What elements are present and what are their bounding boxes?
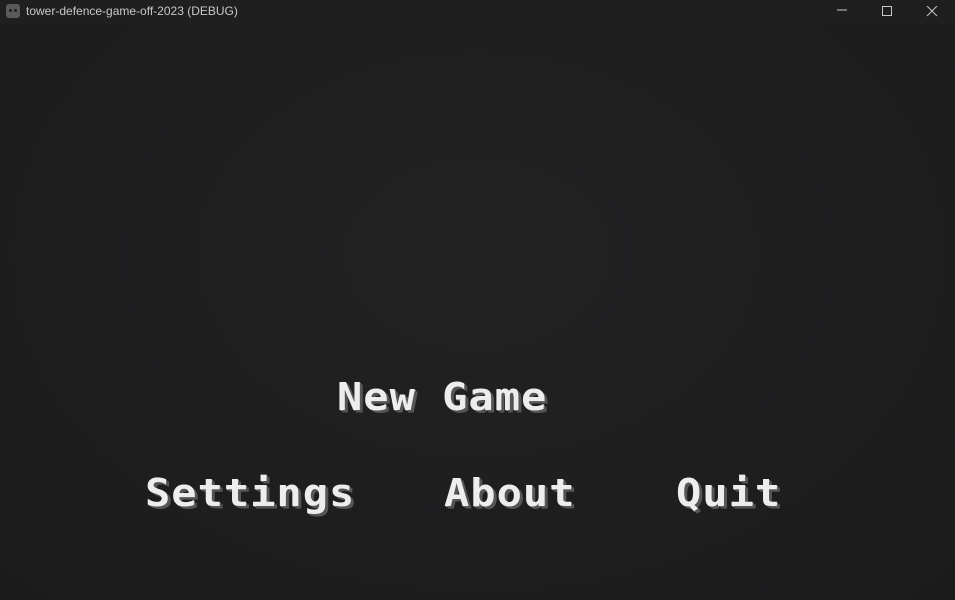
about-button[interactable]: About (444, 473, 575, 513)
game-window: tower-defence-game-off-2023 (DEBUG) New … (0, 0, 955, 600)
quit-button[interactable]: Quit (676, 473, 781, 513)
settings-button[interactable]: Settings (145, 473, 355, 513)
close-button[interactable] (909, 0, 955, 24)
new-game-button[interactable]: New Game (337, 377, 547, 417)
window-title: tower-defence-game-off-2023 (DEBUG) (26, 4, 238, 18)
title-bar[interactable]: tower-defence-game-off-2023 (DEBUG) (0, 0, 955, 24)
maximize-icon (882, 6, 892, 16)
close-icon (926, 6, 938, 17)
maximize-button[interactable] (864, 0, 910, 24)
godot-icon (6, 4, 20, 18)
game-viewport: New Game Settings About Quit (0, 24, 955, 600)
minimize-button[interactable] (819, 0, 865, 24)
minimize-icon (837, 9, 847, 11)
